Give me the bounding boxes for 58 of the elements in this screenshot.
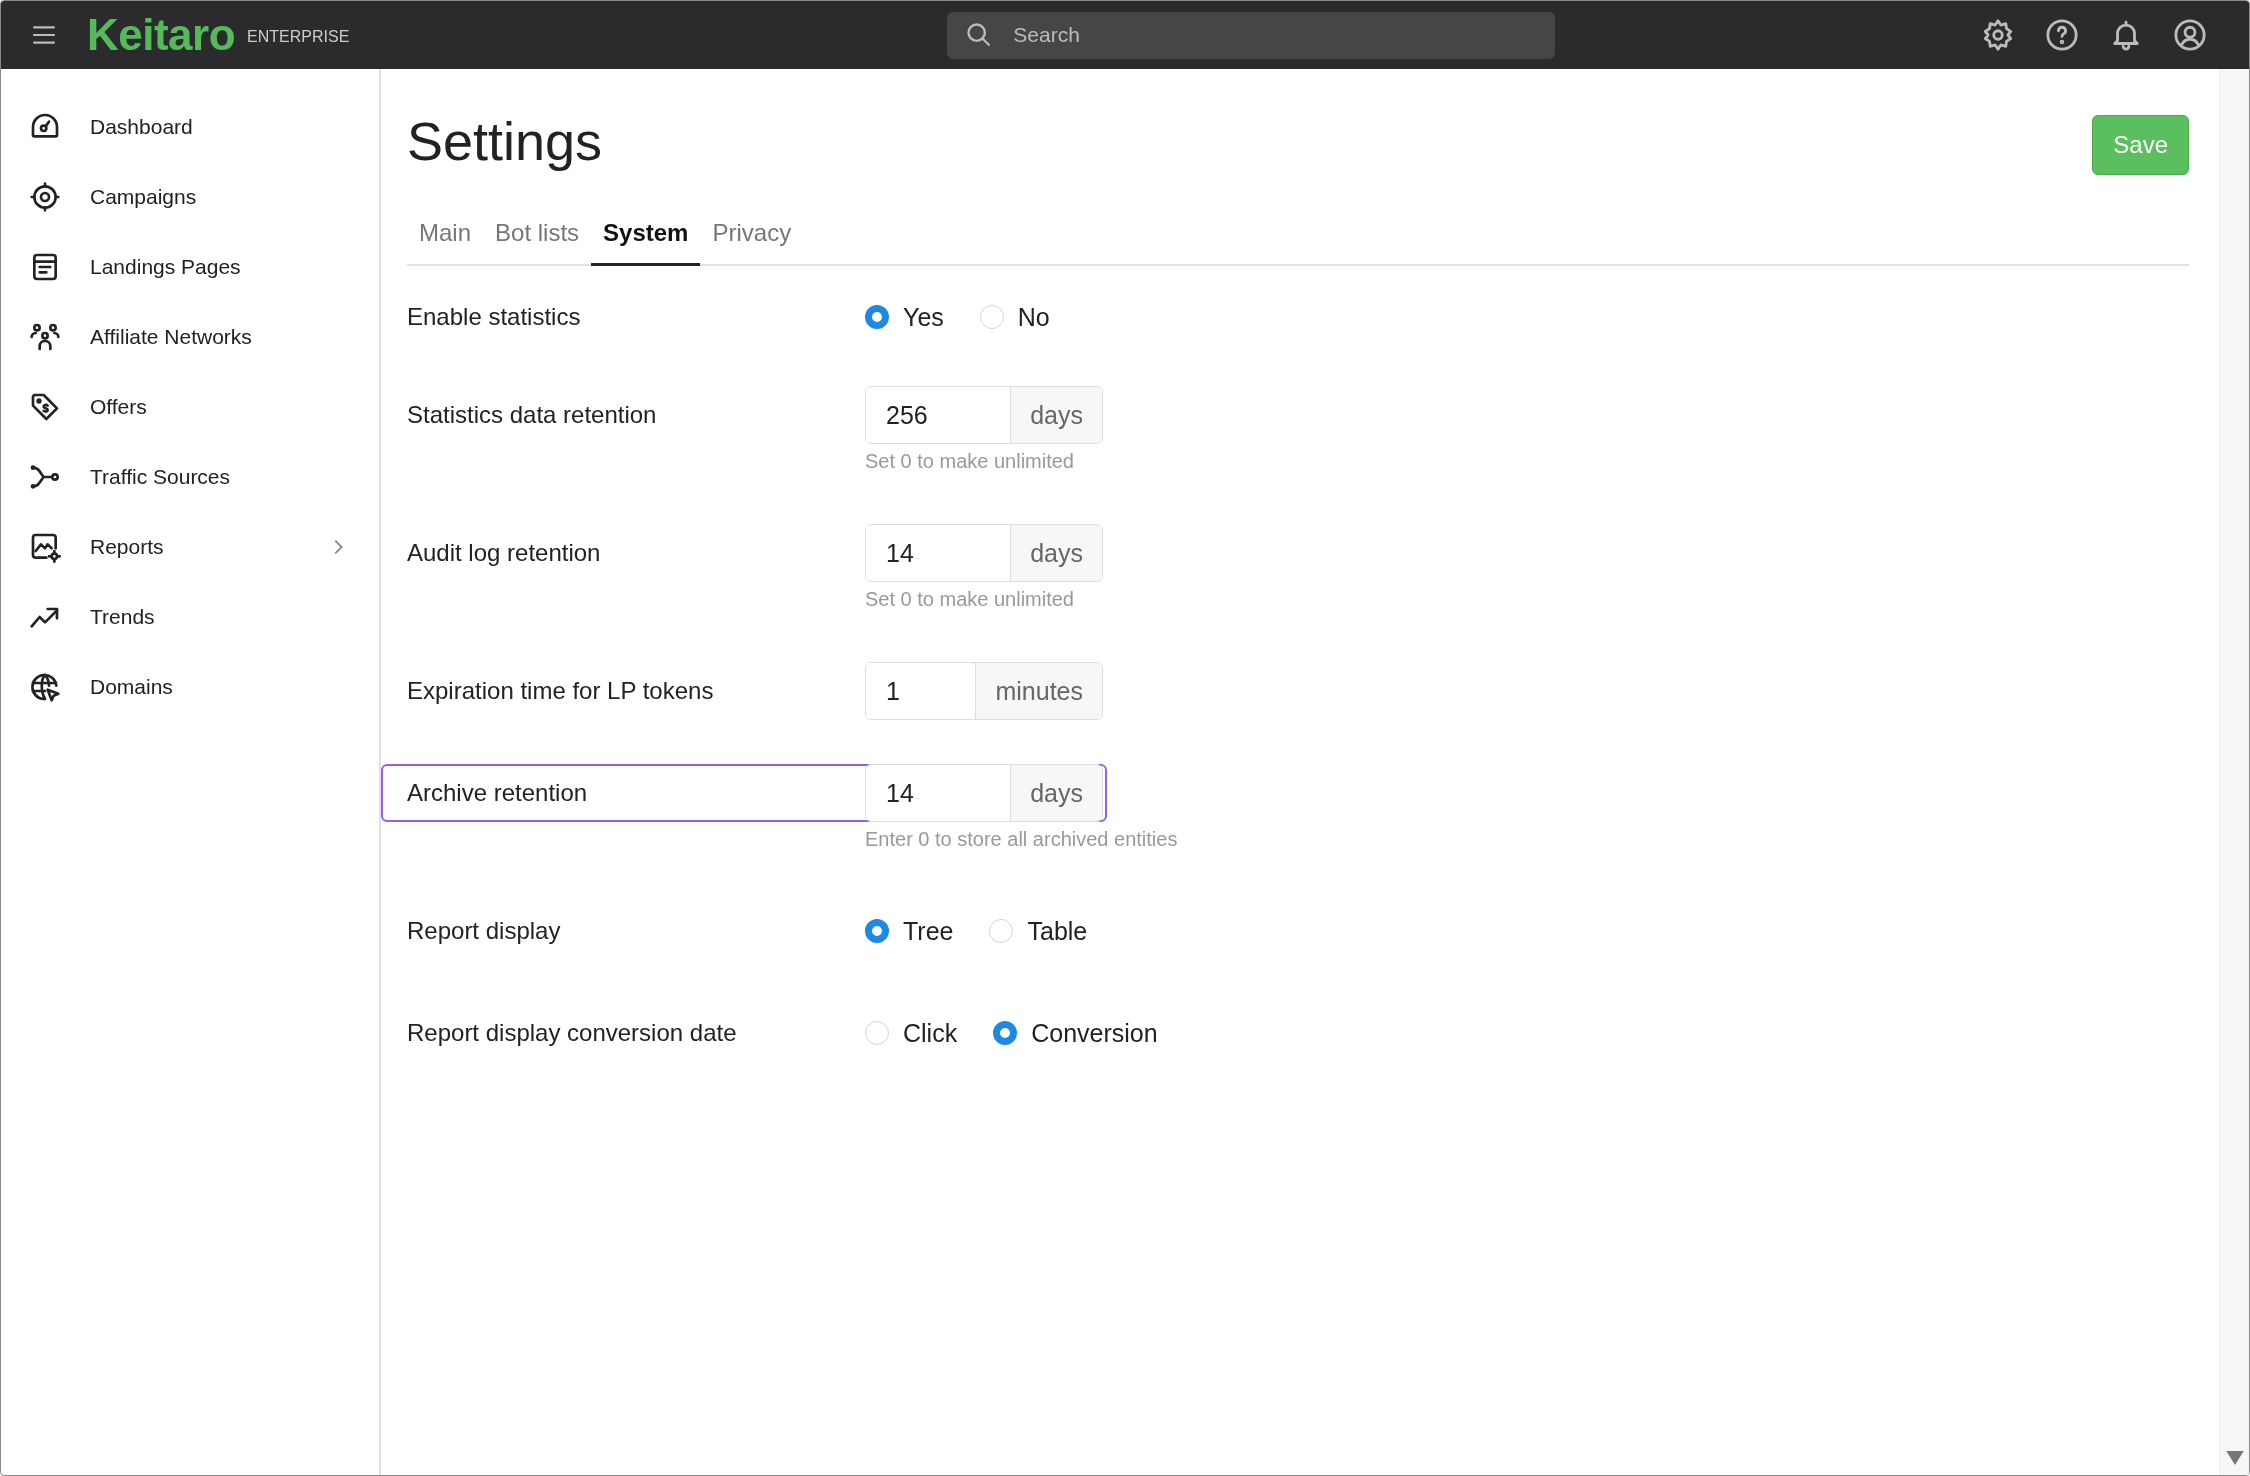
sidebar-item[interactable]: Dashboard: [1, 92, 379, 162]
tab[interactable]: Privacy: [700, 207, 804, 266]
radio-option[interactable]: Tree: [865, 916, 954, 946]
sidebar-item[interactable]: Landings Pages: [1, 232, 379, 302]
radio-option[interactable]: Conversion: [993, 1018, 1158, 1048]
search-field[interactable]: Search: [947, 11, 1556, 59]
scrollbar[interactable]: [2219, 69, 2249, 1475]
field-label: Report display: [407, 917, 562, 945]
field-label: Audit log retention: [407, 539, 602, 567]
field-label: Report display conversion date: [407, 1019, 738, 1047]
sidebar-item[interactable]: Campaigns: [1, 162, 379, 232]
number-field[interactable]: 256 days: [865, 386, 1103, 444]
unit-addon: minutes: [976, 663, 1102, 719]
chart-gear-icon: [29, 531, 61, 563]
people-icon: [29, 321, 61, 353]
unit-addon: days: [1011, 525, 1102, 581]
hint-text: Set 0 to make unlimited: [865, 588, 1074, 610]
sidebar-item[interactable]: Reports: [1, 512, 379, 582]
search-input[interactable]: Search: [1011, 22, 1516, 48]
sidebar-item[interactable]: Domains: [1, 652, 379, 722]
field-label: Expiration time for LP tokens: [407, 677, 715, 705]
sidebar-item[interactable]: Trends: [1, 582, 379, 652]
price-tag-icon: [29, 391, 61, 423]
scroll-down-icon[interactable]: [2225, 1451, 2244, 1465]
number-input[interactable]: 1: [866, 663, 977, 719]
radio-button[interactable]: [993, 1021, 1018, 1045]
radio-button[interactable]: [865, 305, 889, 329]
field-label: Enable statistics: [407, 303, 582, 331]
hint-text: Enter 0 to store all archived entities: [865, 828, 1178, 850]
number-field[interactable]: 1 minutes: [865, 662, 1103, 720]
field-label: Archive retention: [407, 779, 589, 807]
tab[interactable]: Bot lists: [483, 207, 592, 266]
hint-text: Set 0 to make unlimited: [865, 450, 1074, 472]
help-icon[interactable]: [2045, 18, 2079, 52]
sidebar-item[interactable]: Offers: [1, 372, 379, 442]
number-input[interactable]: 14: [866, 765, 1012, 821]
unit-addon: days: [1011, 765, 1102, 821]
radio-option[interactable]: Click: [865, 1018, 958, 1048]
radio-option[interactable]: No: [979, 302, 1050, 332]
number-field[interactable]: 14 days: [865, 764, 1103, 822]
sidebar-item[interactable]: Traffic Sources: [1, 442, 379, 512]
radio-option[interactable]: Yes: [865, 302, 944, 332]
unit-addon: days: [1011, 387, 1102, 443]
edition-label: ENTERPRISE: [247, 28, 350, 46]
radio-option[interactable]: Table: [989, 916, 1088, 946]
number-input[interactable]: 14: [866, 525, 1012, 581]
radio-button[interactable]: [865, 919, 889, 943]
number-input[interactable]: 256: [866, 387, 1012, 443]
globe-cursor-icon: [29, 671, 61, 703]
sidebar-item[interactable]: Affiliate Networks: [1, 302, 379, 372]
tab[interactable]: Main: [407, 207, 484, 266]
target-icon: [29, 181, 61, 213]
logo[interactable]: Keitaro: [87, 10, 236, 60]
field-label: Statistics data retention: [407, 401, 658, 429]
number-field[interactable]: 14 days: [865, 524, 1103, 582]
tab[interactable]: System: [591, 207, 701, 266]
settings-icon[interactable]: [1981, 18, 2015, 52]
user-icon[interactable]: [2173, 18, 2207, 52]
